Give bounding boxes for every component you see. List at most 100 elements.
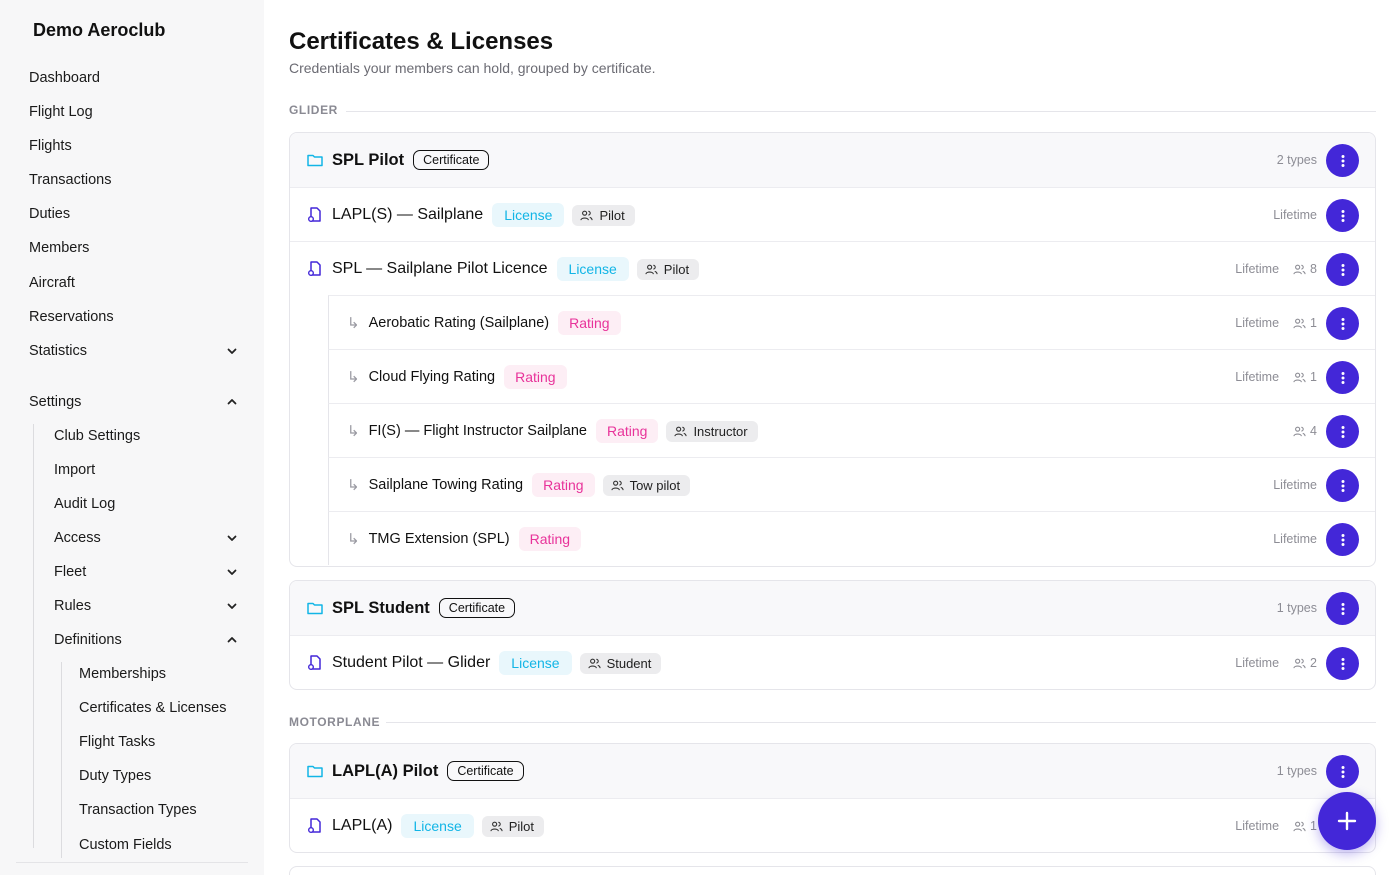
member-count: 2 [1293, 656, 1317, 670]
license-row[interactable]: SPL — Sailplane Pilot Licence License Pi… [290, 241, 1375, 295]
nav-duty-types[interactable]: Duty Types [79, 762, 151, 790]
role-badge: Tow pilot [602, 474, 691, 496]
users-icon [1293, 372, 1306, 382]
more-menu-button[interactable] [1326, 592, 1359, 625]
member-count: 1 [1293, 370, 1317, 384]
group-label-glider: GLIDER [289, 103, 338, 117]
rating-name: FI(S) — Flight Instructor Sailplane [368, 423, 587, 439]
validity: Lifetime [1273, 208, 1317, 222]
role-badge: Pilot [572, 204, 635, 226]
license-row[interactable]: Student Pilot — Glider License Student L… [290, 635, 1375, 689]
validity: Lifetime [1235, 370, 1280, 384]
role-label: Pilot [663, 261, 690, 277]
role-badge: Instructor [666, 420, 758, 442]
more-menu-button[interactable] [1326, 647, 1359, 680]
role-label: Pilot [508, 818, 535, 834]
more-vertical-icon [1341, 765, 1344, 778]
more-vertical-icon [1341, 602, 1344, 615]
member-count-value: 2 [1310, 656, 1317, 670]
nav-rules-row[interactable]: Rules [0, 592, 264, 620]
nav-definitions-row[interactable]: Definitions [0, 626, 264, 654]
add-button[interactable] [1318, 792, 1376, 850]
nav-access-row[interactable]: Access [0, 524, 264, 552]
more-menu-button[interactable] [1326, 199, 1359, 232]
page-title: Certificates & Licenses [289, 28, 554, 55]
nav-members[interactable]: Members [29, 234, 89, 262]
rating-row[interactable]: ↳ Sailplane Towing Rating Rating Tow pil… [328, 457, 1375, 511]
validity: Lifetime [1235, 316, 1280, 330]
nav-duties[interactable]: Duties [29, 200, 70, 228]
license-name: LAPL(A) [332, 817, 393, 834]
users-icon [1293, 264, 1306, 274]
folder-icon [307, 602, 323, 615]
license-badge: License [556, 257, 629, 281]
more-menu-button[interactable] [1326, 523, 1359, 556]
certificate-row[interactable]: LAPL(A) Pilot Certificate 1 types [290, 744, 1375, 798]
nav-certificates-licenses[interactable]: Certificates & Licenses [79, 694, 226, 722]
chevron-down-icon [227, 569, 237, 575]
role-label: Tow pilot [629, 477, 681, 493]
more-vertical-icon [1341, 657, 1344, 670]
nav-settings-row[interactable]: Settings [0, 388, 264, 416]
users-icon [1293, 426, 1306, 436]
users-icon [580, 210, 594, 220]
sub-arrow-icon: ↳ [347, 315, 360, 332]
nav-custom-fields[interactable]: Custom Fields [79, 831, 172, 859]
certificate-row[interactable]: SPL Student Certificate 1 types [290, 581, 1375, 635]
nav-statistics-row[interactable]: Statistics [0, 337, 264, 365]
sub-arrow-icon: ↳ [347, 369, 360, 386]
nav-club-settings[interactable]: Club Settings [54, 422, 140, 450]
nav-memberships[interactable]: Memberships [79, 660, 166, 688]
chevron-up-icon [227, 399, 237, 405]
rating-row[interactable]: ↳ Aerobatic Rating (Sailplane) Rating Li… [328, 295, 1375, 349]
folder-icon [307, 154, 323, 167]
nav-import[interactable]: Import [54, 456, 95, 484]
more-menu-button[interactable] [1326, 144, 1359, 177]
validity: Lifetime [1235, 656, 1280, 670]
nav-fleet-row[interactable]: Fleet [0, 558, 264, 586]
certificate-card-spl-student: SPL Student Certificate 1 types Student … [289, 580, 1376, 690]
nav-aircraft[interactable]: Aircraft [29, 269, 75, 297]
license-badge: License [401, 814, 474, 838]
more-menu-button[interactable] [1326, 361, 1359, 394]
nav-audit-log[interactable]: Audit Log [54, 490, 115, 518]
users-icon [587, 658, 601, 668]
nav-reservations[interactable]: Reservations [29, 303, 114, 331]
nav-dashboard[interactable]: Dashboard [29, 64, 100, 92]
nav-transaction-types[interactable]: Transaction Types [79, 796, 197, 824]
nav-transactions[interactable]: Transactions [29, 166, 111, 194]
rating-row[interactable]: ↳ Cloud Flying Rating Rating Lifetime 1 [328, 349, 1375, 403]
rating-badge: Rating [532, 473, 595, 497]
certificate-card-partial [289, 866, 1376, 875]
users-icon [610, 480, 624, 490]
license-row[interactable]: LAPL(S) — Sailplane License Pilot Lifeti… [290, 187, 1375, 241]
rating-badge: Rating [558, 311, 621, 335]
member-count-value: 4 [1310, 424, 1317, 438]
certificate-badge: Certificate [447, 761, 524, 781]
certificate-name: LAPL(A) Pilot [332, 761, 439, 780]
member-count: 1 [1293, 819, 1317, 833]
nav-flight-log[interactable]: Flight Log [29, 98, 93, 126]
more-menu-button[interactable] [1326, 469, 1359, 502]
more-menu-button[interactable] [1326, 415, 1359, 448]
member-count: 4 [1293, 424, 1317, 438]
rating-row[interactable]: ↳ FI(S) — Flight Instructor Sailplane Ra… [328, 403, 1375, 457]
nav-flight-tasks[interactable]: Flight Tasks [79, 728, 155, 756]
license-row[interactable]: LAPL(A) License Pilot Lifetime 1 [290, 798, 1375, 852]
validity: Lifetime [1273, 478, 1317, 492]
member-count-value: 1 [1310, 370, 1317, 384]
group-divider [386, 722, 1376, 723]
types-count: 2 types [1276, 153, 1317, 167]
rating-row[interactable]: ↳ TMG Extension (SPL) Rating Lifetime [328, 511, 1375, 565]
rating-badge: Rating [518, 527, 582, 551]
role-badge: Pilot [636, 258, 700, 280]
nav-definitions: Definitions [54, 632, 122, 648]
certificate-row[interactable]: SPL Pilot Certificate 2 types [290, 133, 1375, 187]
chevron-down-icon [227, 535, 237, 541]
nav-rules: Rules [54, 598, 92, 614]
role-label: Instructor [693, 423, 748, 439]
more-menu-button[interactable] [1326, 253, 1359, 286]
nav-flights[interactable]: Flights [29, 132, 72, 160]
more-menu-button[interactable] [1326, 307, 1359, 340]
more-menu-button[interactable] [1326, 755, 1359, 788]
